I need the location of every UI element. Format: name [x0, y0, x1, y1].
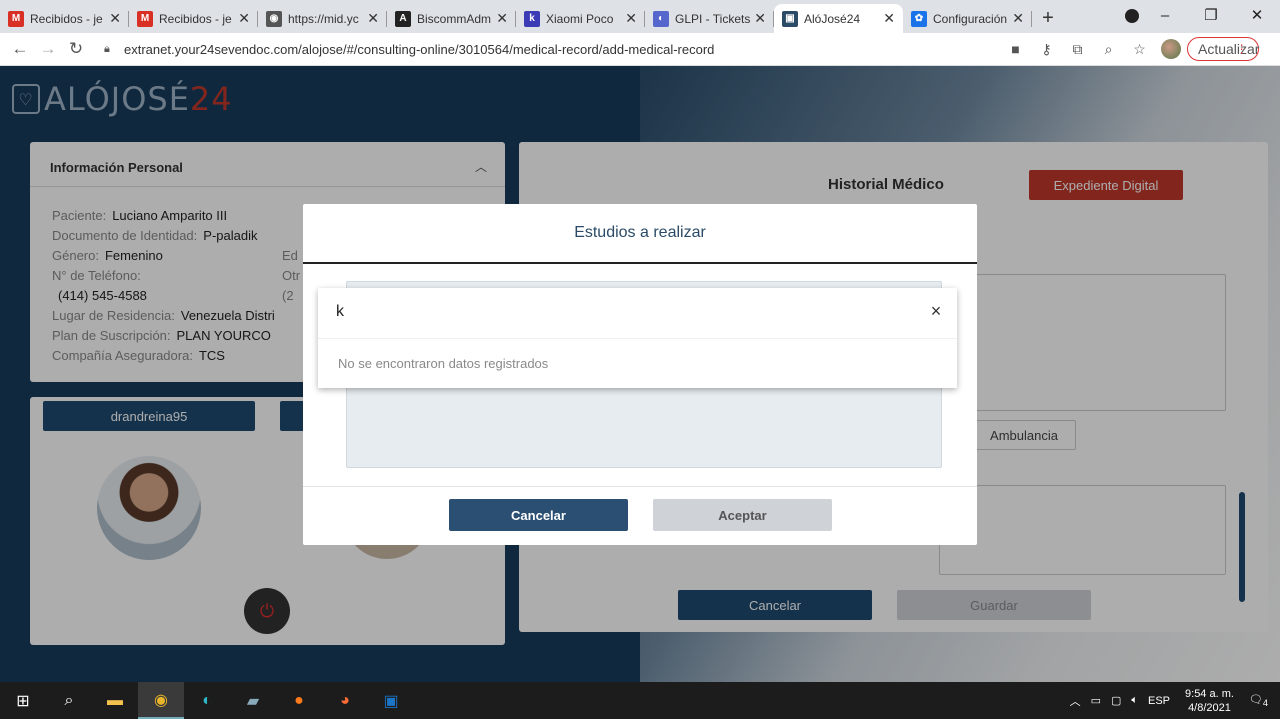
search-icon[interactable]: ⌕: [46, 682, 92, 719]
window-controls: – ❐ ✕: [1142, 0, 1280, 30]
battery-icon[interactable]: ▭: [1091, 694, 1101, 707]
url-text: extranet.your24sevendoc.com/alojose/#/co…: [124, 41, 715, 57]
browser-tab-title: Xiaomi Poco: [546, 11, 614, 26]
clear-search-icon[interactable]: ×: [923, 298, 949, 324]
browser-tabbar: M Recibidos - je ✕ M Recibidos - je ✕ ◉ https:/…: [0, 0, 1280, 33]
no-results-message: No se encontraron datos registrados: [338, 356, 549, 371]
minimize-icon[interactable]: –: [1142, 0, 1188, 30]
modal-cancel-button[interactable]: Cancelar: [449, 499, 628, 531]
browser-tab[interactable]: ✿ Configuración ✕: [903, 4, 1032, 33]
notifications-icon[interactable]: 🗨︎4: [1249, 693, 1268, 708]
close-tab-icon[interactable]: ✕: [625, 10, 637, 27]
browser-tab[interactable]: k Xiaomi Poco ✕: [516, 4, 645, 33]
volume-icon[interactable]: 🔈︎: [1131, 694, 1138, 707]
browser-tab-title: BiscommAdm: [417, 11, 492, 26]
close-tab-icon[interactable]: ✕: [496, 10, 508, 27]
browser-tab-title: Recibidos - je: [30, 11, 103, 26]
browser-tab-title: GLPI - Tickets: [675, 11, 751, 26]
close-tab-icon[interactable]: ✕: [238, 10, 250, 27]
browser-tab[interactable]: M Recibidos - je ✕: [0, 4, 129, 33]
modal-accept-button[interactable]: Aceptar: [653, 499, 832, 531]
zoom-icon[interactable]: ⌕: [1093, 41, 1124, 58]
clock[interactable]: 9:54 a. m. 4/8/2021: [1185, 687, 1234, 715]
clock-date: 4/8/2021: [1188, 701, 1231, 714]
gmail-icon: M: [8, 10, 24, 27]
avatar[interactable]: [1161, 39, 1181, 59]
browser-tab[interactable]: A BiscommAdm ✕: [387, 4, 516, 33]
url-field[interactable]: 🔒︎ extranet.your24sevendoc.com/alojose/#…: [104, 38, 994, 60]
globe-icon: ◉: [266, 10, 282, 27]
lock-icon: 🔒︎: [104, 43, 110, 55]
firefox-icon[interactable]: ●: [276, 682, 322, 719]
glpi-icon: ◐: [653, 10, 669, 27]
settings-icon: ✿: [911, 10, 927, 27]
key-icon[interactable]: ⚷: [1031, 41, 1062, 58]
modal-title-divider: [303, 262, 977, 264]
update-label: Actualizar: [1198, 41, 1260, 57]
translate-icon[interactable]: ⧉: [1062, 41, 1093, 58]
chevron-up-tray-icon[interactable]: ︿: [1070, 693, 1081, 709]
close-tab-icon[interactable]: ✕: [1012, 10, 1024, 27]
reload-icon[interactable]: ↻: [62, 39, 90, 59]
back-icon[interactable]: ←: [6, 39, 34, 59]
browser-tab[interactable]: ▣ AlóJosé24 ✕: [774, 4, 903, 33]
browser-tab[interactable]: M Recibidos - je ✕: [129, 4, 258, 33]
modal-cancel-label: Cancelar: [511, 507, 566, 523]
gmail-icon: M: [137, 10, 153, 27]
alojose-icon: ▣: [782, 10, 798, 27]
close-tab-icon[interactable]: ✕: [754, 10, 766, 27]
network-icon[interactable]: ▢: [1111, 694, 1121, 707]
browser-tab-title: AlóJosé24: [804, 11, 861, 26]
edge-icon[interactable]: ◐: [184, 682, 230, 719]
studies-search-input[interactable]: [318, 288, 957, 336]
update-button[interactable]: Actualizar ⋮: [1187, 37, 1259, 61]
maximize-icon[interactable]: ❐: [1188, 0, 1234, 30]
file-explorer-icon[interactable]: ▬: [92, 682, 138, 719]
clock-time: 9:54 a. m.: [1185, 687, 1234, 700]
close-tab-icon[interactable]: ✕: [109, 10, 121, 27]
language-indicator[interactable]: ESP: [1148, 695, 1170, 707]
browser-tab[interactable]: ◐ GLPI - Tickets ✕: [645, 4, 774, 33]
modal-footer-divider: [303, 486, 977, 487]
browser-tab[interactable]: ◉ https://mid.yc ✕: [258, 4, 387, 33]
kr-icon: k: [524, 10, 540, 27]
modal-title: Estudios a realizar: [574, 224, 706, 241]
new-tab-button[interactable]: +: [1032, 4, 1064, 33]
close-tab-icon[interactable]: ✕: [883, 10, 895, 27]
windows-start-icon[interactable]: ⊞: [0, 682, 46, 719]
studies-search-dropdown: × No se encontraron datos registrados: [318, 288, 957, 388]
browser-tab-title: https://mid.yc: [288, 11, 359, 26]
system-tray: ︿ ▭ ▢ 🔈︎ ESP 9:54 a. m. 4/8/2021 🗨︎4: [1065, 682, 1280, 719]
camera-icon[interactable]: ■: [1000, 41, 1031, 57]
modal-accept-label: Aceptar: [718, 507, 767, 523]
notification-count: 4: [1262, 698, 1268, 709]
browser-tab-title: Configuración: [933, 11, 1008, 26]
chrome-icon[interactable]: ◉: [138, 682, 184, 719]
angular-icon: A: [395, 10, 411, 27]
bookmark-star-icon[interactable]: ☆: [1124, 41, 1155, 58]
windows-taskbar: ⊞ ⌕ ▬ ◉ ◐ ▰ ● ◕ ▣ ︿ ▭ ▢ 🔈︎ ESP 9:54 a. m…: [0, 682, 1280, 719]
browser-tab-title: Recibidos - je: [159, 11, 232, 26]
profile-indicator-icon[interactable]: [1125, 9, 1139, 23]
outlook-icon[interactable]: ▣: [368, 682, 414, 719]
close-window-icon[interactable]: ✕: [1234, 0, 1280, 30]
notepad-icon[interactable]: ▰: [230, 682, 276, 719]
dropdown-divider: [318, 338, 957, 339]
browser-toolbar: ■ ⚷ ⧉ ⌕ ☆ Actualizar ⋮: [1000, 36, 1259, 62]
postman-icon[interactable]: ◕: [322, 682, 368, 719]
forward-icon[interactable]: →: [34, 39, 62, 59]
close-tab-icon[interactable]: ✕: [367, 10, 379, 27]
